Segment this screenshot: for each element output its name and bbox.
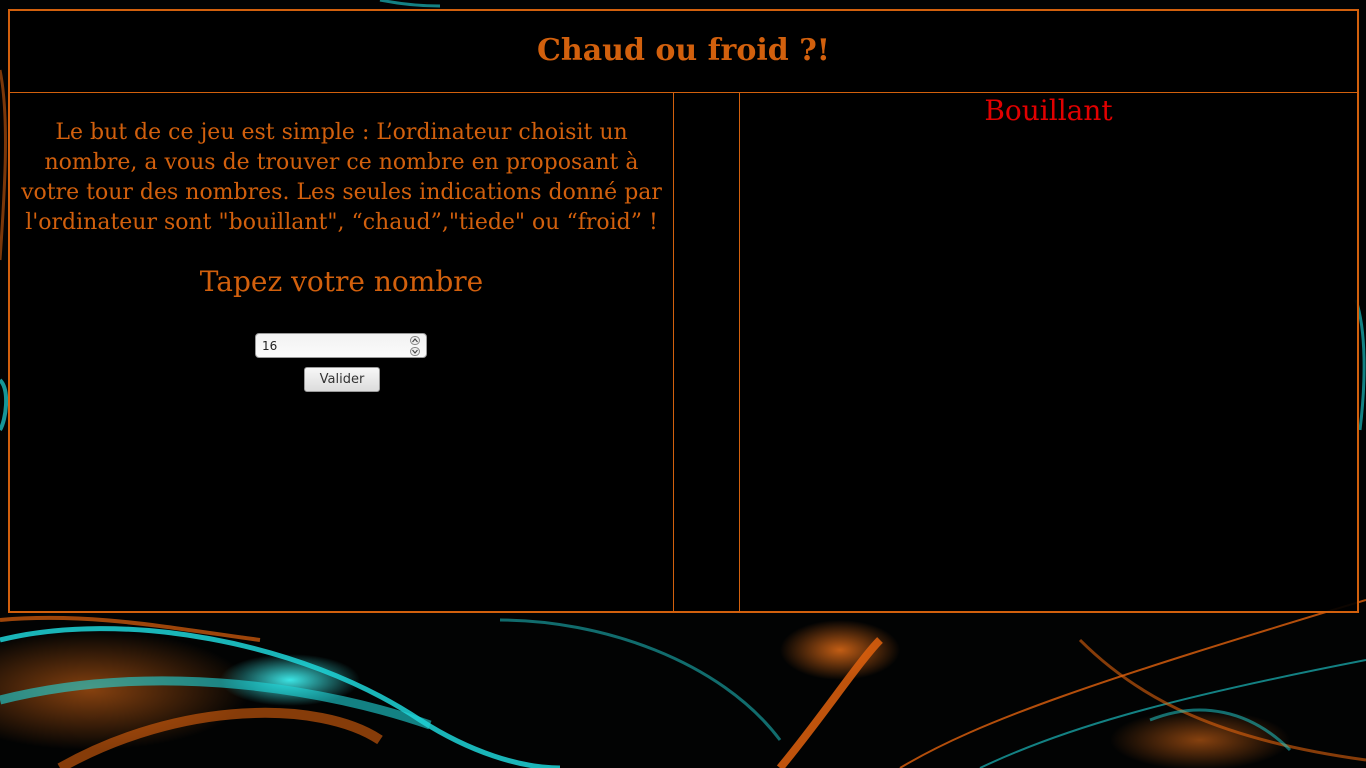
game-panel: Le but de ce jeu est simple : L’ordinate…: [10, 93, 674, 611]
spin-down-icon[interactable]: [410, 347, 420, 356]
number-input-container[interactable]: [255, 333, 427, 358]
page-title: Chaud ou froid ?!: [537, 33, 830, 68]
number-input[interactable]: [262, 337, 402, 355]
game-container: Chaud ou froid ?! Le but de ce jeu est s…: [8, 9, 1359, 613]
result-message: Bouillant: [984, 94, 1113, 127]
number-prompt-label: Tapez votre nombre: [199, 265, 484, 298]
spin-up-icon[interactable]: [410, 336, 420, 345]
rules-description: Le but de ce jeu est simple : L’ordinate…: [21, 120, 662, 235]
validate-button[interactable]: Valider: [304, 367, 380, 392]
result-panel: Bouillant: [739, 93, 1357, 611]
